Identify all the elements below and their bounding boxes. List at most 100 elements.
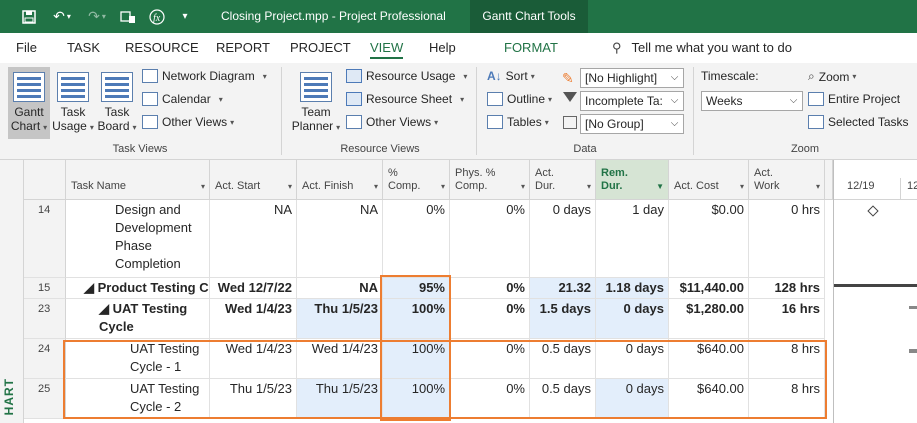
task-bar[interactable]: [909, 349, 917, 353]
team-planner-button[interactable]: Team Planner ▾: [290, 72, 342, 135]
task-name-cell[interactable]: Design and Development Phase Completion: [66, 200, 210, 278]
phys-pct-cell[interactable]: 0%: [450, 339, 530, 379]
row-id[interactable]: 14: [24, 200, 66, 278]
rem-dur-cell[interactable]: 0 days: [596, 379, 669, 419]
column-header-rem-dur[interactable]: Rem. Dur. ▼: [596, 160, 669, 200]
column-header-pct-comp[interactable]: % Comp. ▾: [383, 160, 450, 200]
group-select[interactable]: [No Group] ⌵: [580, 114, 684, 134]
resource-other-views-button[interactable]: Other Views ▾: [346, 115, 438, 129]
row-id[interactable]: 25: [24, 379, 66, 419]
calendar-button[interactable]: Calendar ▾: [142, 92, 223, 106]
act-cost-cell[interactable]: $1,280.00: [669, 299, 749, 339]
act-finish-cell[interactable]: Thu 1/5/23: [297, 299, 383, 339]
task-name-cell[interactable]: ◢ UAT Testing Cycle: [66, 299, 210, 339]
undo-icon[interactable]: ↶ ▾: [48, 0, 76, 33]
tab-format[interactable]: FORMAT: [504, 33, 558, 63]
column-header-act-finish[interactable]: Act. Finish ▾: [297, 160, 383, 200]
tab-help[interactable]: Help: [429, 33, 456, 63]
milestone-diamond[interactable]: [867, 205, 879, 217]
pct-comp-cell[interactable]: 100%: [383, 339, 450, 379]
act-finish-cell[interactable]: Thu 1/5/23: [297, 379, 383, 419]
summary-bar[interactable]: [909, 306, 917, 309]
act-cost-cell[interactable]: $640.00: [669, 339, 749, 379]
act-finish-cell[interactable]: NA: [297, 278, 383, 299]
act-work-cell[interactable]: 16 hrs: [749, 299, 825, 339]
filter-select[interactable]: Incomplete Ta: ⌵: [580, 91, 684, 111]
rem-dur-cell[interactable]: 1.18 days: [596, 278, 669, 299]
column-header-act-cost[interactable]: Act. Cost ▾: [669, 160, 749, 200]
act-work-cell[interactable]: 8 hrs: [749, 379, 825, 419]
column-header-act-start[interactable]: Act. Start ▾: [210, 160, 297, 200]
act-start-cell[interactable]: Thu 1/5/23: [210, 379, 297, 419]
select-all-corner[interactable]: [24, 160, 66, 200]
task-board-button[interactable]: Task Board ▾: [96, 72, 138, 135]
task-other-views-button[interactable]: Other Views ▾: [142, 115, 234, 129]
selected-tasks-button[interactable]: Selected Tasks: [808, 115, 909, 129]
act-cost-cell[interactable]: $0.00: [669, 200, 749, 278]
row-id[interactable]: 24: [24, 339, 66, 379]
task-usage-button[interactable]: Task Usage ▾: [52, 72, 94, 135]
sort-button[interactable]: A↓ Sort ▾: [487, 69, 535, 83]
zoom-button[interactable]: ⌕ Zoom ▾: [808, 69, 856, 84]
tab-view[interactable]: VIEW: [370, 33, 404, 63]
column-header-task-name[interactable]: Task Name ▾: [66, 160, 210, 200]
act-dur-cell[interactable]: 21.32 days: [530, 278, 596, 299]
phys-pct-cell[interactable]: 0%: [450, 379, 530, 419]
view-bar[interactable]: HART: [0, 160, 24, 423]
tab-file[interactable]: File: [16, 33, 37, 63]
act-work-cell[interactable]: 0 hrs: [749, 200, 825, 278]
touch-mode-icon[interactable]: [118, 0, 138, 33]
rem-dur-cell[interactable]: 0 days: [596, 299, 669, 339]
rem-dur-cell[interactable]: 1 day: [596, 200, 669, 278]
task-name-cell[interactable]: UAT Testing Cycle - 1: [66, 339, 210, 379]
formula-icon[interactable]: fx: [146, 0, 168, 33]
column-header-act-dur[interactable]: Act. Dur. ▾: [530, 160, 596, 200]
act-start-cell[interactable]: Wed 1/4/23: [210, 299, 297, 339]
phys-pct-cell[interactable]: 0%: [450, 299, 530, 339]
pct-comp-cell[interactable]: 95%: [383, 278, 450, 299]
gantt-chart-pane[interactable]: 12/19 12: [833, 160, 917, 423]
act-work-cell[interactable]: 128 hrs: [749, 278, 825, 299]
splitter[interactable]: [825, 160, 833, 200]
pct-comp-cell[interactable]: 100%: [383, 299, 450, 339]
timescale-select[interactable]: Weeks ⌵: [701, 91, 803, 111]
column-header-phys-pct-comp[interactable]: Phys. % Comp. ▾: [450, 160, 530, 200]
pct-comp-cell[interactable]: 0%: [383, 200, 450, 278]
act-dur-cell[interactable]: 1.5 days: [530, 299, 596, 339]
highlight-select[interactable]: [No Highlight] ⌵: [580, 68, 684, 88]
act-cost-cell[interactable]: $11,440.00: [669, 278, 749, 299]
save-icon[interactable]: [18, 0, 40, 33]
row-id[interactable]: 23: [24, 299, 66, 339]
act-start-cell[interactable]: NA: [210, 200, 297, 278]
phys-pct-cell[interactable]: 0%: [450, 278, 530, 299]
tab-task[interactable]: TASK: [67, 33, 100, 63]
act-dur-cell[interactable]: 0.5 days: [530, 339, 596, 379]
resource-sheet-button[interactable]: Resource Sheet ▾: [346, 92, 464, 106]
tab-resource[interactable]: RESOURCE: [125, 33, 199, 63]
gantt-chart-button[interactable]: Gantt Chart ▾: [8, 67, 50, 139]
redo-icon[interactable]: ↷ ▾: [84, 0, 110, 33]
phys-pct-cell[interactable]: 0%: [450, 200, 530, 278]
column-header-act-work[interactable]: Act. Work ▾: [749, 160, 825, 200]
tell-me-box[interactable]: ⚲ Tell me what you want to do: [612, 33, 792, 63]
tables-button[interactable]: Tables ▾: [487, 115, 549, 129]
act-dur-cell[interactable]: 0 days: [530, 200, 596, 278]
act-start-cell[interactable]: Wed 12/7/22: [210, 278, 297, 299]
tab-project[interactable]: PROJECT: [290, 33, 351, 63]
customize-quick-access-icon[interactable]: ▾: [176, 0, 194, 33]
act-start-cell[interactable]: Wed 1/4/23: [210, 339, 297, 379]
network-diagram-button[interactable]: Network Diagram ▾: [142, 69, 267, 83]
task-name-cell[interactable]: ◢ Product Testing C: [66, 278, 210, 299]
rem-dur-cell[interactable]: 0 days: [596, 339, 669, 379]
task-name-cell[interactable]: UAT Testing Cycle - 2: [66, 379, 210, 419]
act-finish-cell[interactable]: Wed 1/4/23: [297, 339, 383, 379]
act-finish-cell[interactable]: NA: [297, 200, 383, 278]
resource-usage-button[interactable]: Resource Usage ▾: [346, 69, 467, 83]
entire-project-button[interactable]: Entire Project: [808, 92, 900, 106]
act-dur-cell[interactable]: 0.5 days: [530, 379, 596, 419]
pct-comp-cell[interactable]: 100%: [383, 379, 450, 419]
act-work-cell[interactable]: 8 hrs: [749, 339, 825, 379]
tab-report[interactable]: REPORT: [216, 33, 270, 63]
act-cost-cell[interactable]: $640.00: [669, 379, 749, 419]
outline-button[interactable]: Outline ▾: [487, 92, 552, 106]
